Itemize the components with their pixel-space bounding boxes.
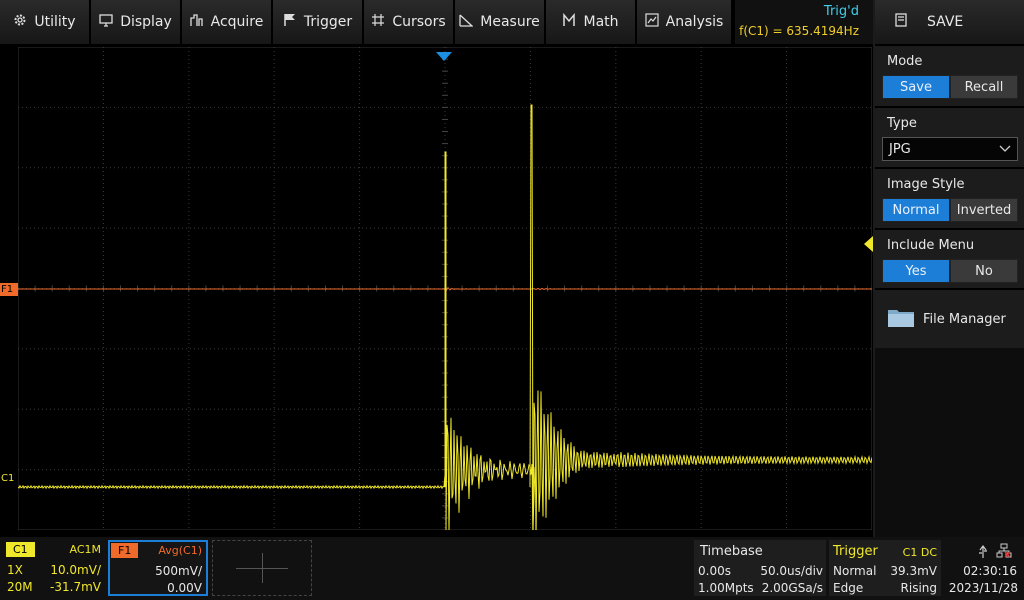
menu-math[interactable]: Math [546, 0, 637, 44]
image-style-inverted-option[interactable]: Inverted [950, 198, 1018, 222]
timebase-box[interactable]: Timebase 0.00s 50.0us/div 1.00Mpts 2.00G… [694, 540, 826, 596]
include-menu-section: Include Menu Yes No [875, 228, 1024, 288]
menu-cursors[interactable]: Cursors [364, 0, 455, 44]
menu-utility-label: Utility [34, 14, 76, 30]
mode-section: Mode Save Recall [875, 44, 1024, 106]
f1-channel-box[interactable]: F1 Avg(C1) 500mV/ 0.00V [108, 540, 208, 596]
f1-tag: F1 [111, 543, 139, 558]
waveform-grid[interactable] [18, 47, 872, 530]
c1-marker-label: C1 [1, 473, 15, 484]
menu-math-label: Math [583, 14, 619, 30]
timebase-delay: 0.00s [698, 564, 731, 578]
mode-save-option[interactable]: Save [882, 75, 950, 99]
c1-channel-box[interactable]: C1 AC1M 1X 10.0mV/ 20M -31.7mV [4, 540, 105, 596]
menu-acquire[interactable]: Acquire [182, 0, 273, 44]
timebase-scale: 50.0us/div [760, 564, 823, 578]
mode-recall-option[interactable]: Recall [950, 75, 1018, 99]
save-icon [895, 13, 907, 31]
flag-icon [283, 13, 297, 31]
plus-icon-vertical [262, 553, 263, 583]
type-label: Type [887, 116, 917, 131]
gear-icon [13, 13, 27, 31]
include-menu-yes-option[interactable]: Yes [882, 259, 950, 283]
c1-probe: 1X [7, 563, 23, 577]
type-section: Type JPG [875, 106, 1024, 167]
c1-coupling: AC1M [69, 543, 101, 556]
menu-measure[interactable]: Measure [455, 0, 546, 44]
trigger-source: C1 DC [902, 546, 937, 559]
timebase-sample-rate: 2.00GSa/s [761, 581, 823, 595]
include-menu-toggle: Yes No [882, 259, 1018, 283]
menu-display[interactable]: Display [91, 0, 182, 44]
save-panel: SAVE Mode Save Recall Type JPG Image Sty… [873, 0, 1024, 537]
image-style-toggle: Normal Inverted [882, 198, 1018, 222]
file-manager-label: File Manager [923, 311, 1006, 327]
include-menu-label: Include Menu [887, 238, 975, 253]
menu-acquire-label: Acquire [210, 14, 264, 30]
type-value: JPG [889, 141, 911, 157]
image-style-normal-option[interactable]: Normal [882, 198, 950, 222]
menu-analysis[interactable]: Analysis [637, 0, 733, 44]
c1-marker[interactable]: C1 [0, 472, 18, 485]
trigger-box[interactable]: Trigger C1 DC Normal 39.3mV Edge Rising [829, 540, 941, 596]
trigger-label: Trigger [833, 544, 878, 559]
trigger-slope: Rising [900, 581, 937, 595]
c1-tag: C1 [6, 542, 35, 557]
menu-cursors-label: Cursors [392, 14, 446, 30]
add-channel-slot[interactable] [212, 540, 312, 596]
f1-marker[interactable]: F1 [0, 283, 18, 296]
folder-icon [887, 306, 915, 332]
image-style-section: Image Style Normal Inverted [875, 167, 1024, 228]
trigger-level-marker[interactable] [864, 236, 873, 252]
trigger-status-box: Trig'd f(C1) = 635.4194Hz [733, 0, 873, 44]
file-manager-button[interactable]: File Manager [875, 290, 1024, 348]
c1-bandwidth: 20M [7, 580, 33, 594]
trigger-mode: Normal [833, 564, 877, 578]
menu-measure-label: Measure [480, 14, 540, 30]
math-icon [562, 12, 576, 31]
mode-label: Mode [887, 54, 923, 69]
timebase-label: Timebase [700, 544, 763, 559]
f1-marker-label: F1 [1, 284, 14, 295]
timebase-memory: 1.00Mpts [698, 581, 754, 595]
file-manager-section: File Manager [875, 288, 1024, 348]
menu-analysis-label: Analysis [665, 14, 724, 30]
trigger-level: 39.3mV [890, 564, 937, 578]
type-dropdown[interactable]: JPG [882, 137, 1018, 161]
menu-trigger-label: Trigger [303, 14, 353, 30]
analysis-icon [645, 13, 659, 31]
status-bar: C1 AC1M 1X 10.0mV/ 20M -31.7mV F1 Avg(C1… [0, 537, 1024, 600]
cursors-icon [371, 13, 385, 31]
ruler-icon [459, 13, 474, 31]
f1-offset: 0.00V [167, 581, 202, 595]
include-menu-no-option[interactable]: No [950, 259, 1018, 283]
f1-source: Avg(C1) [158, 544, 202, 557]
f1-scale: 500mV/ [155, 564, 202, 578]
clock-time: 02:30:16 [963, 564, 1017, 578]
trigger-status: Trig'd [823, 4, 859, 19]
menu-display-label: Display [120, 14, 172, 30]
image-style-label: Image Style [887, 177, 965, 192]
clock-date: 2023/11/28 [948, 581, 1018, 595]
mode-toggle: Save Recall [882, 75, 1018, 99]
usb-icon [978, 544, 988, 563]
monitor-icon [99, 13, 113, 31]
panel-header: SAVE [875, 0, 1024, 44]
menu-utility[interactable]: Utility [0, 0, 91, 44]
chevron-down-icon [999, 142, 1011, 157]
trigger-type: Edge [833, 581, 864, 595]
panel-title: SAVE [927, 14, 964, 30]
frequency-readout: f(C1) = 635.4194Hz [739, 24, 859, 38]
acquire-icon [189, 13, 204, 31]
clock-box: 02:30:16 2023/11/28 [944, 540, 1024, 596]
c1-scale: 10.0mV/ [50, 563, 101, 577]
menu-trigger[interactable]: Trigger [273, 0, 364, 44]
c1-offset: -31.7mV [50, 580, 101, 594]
network-icon [996, 543, 1012, 562]
